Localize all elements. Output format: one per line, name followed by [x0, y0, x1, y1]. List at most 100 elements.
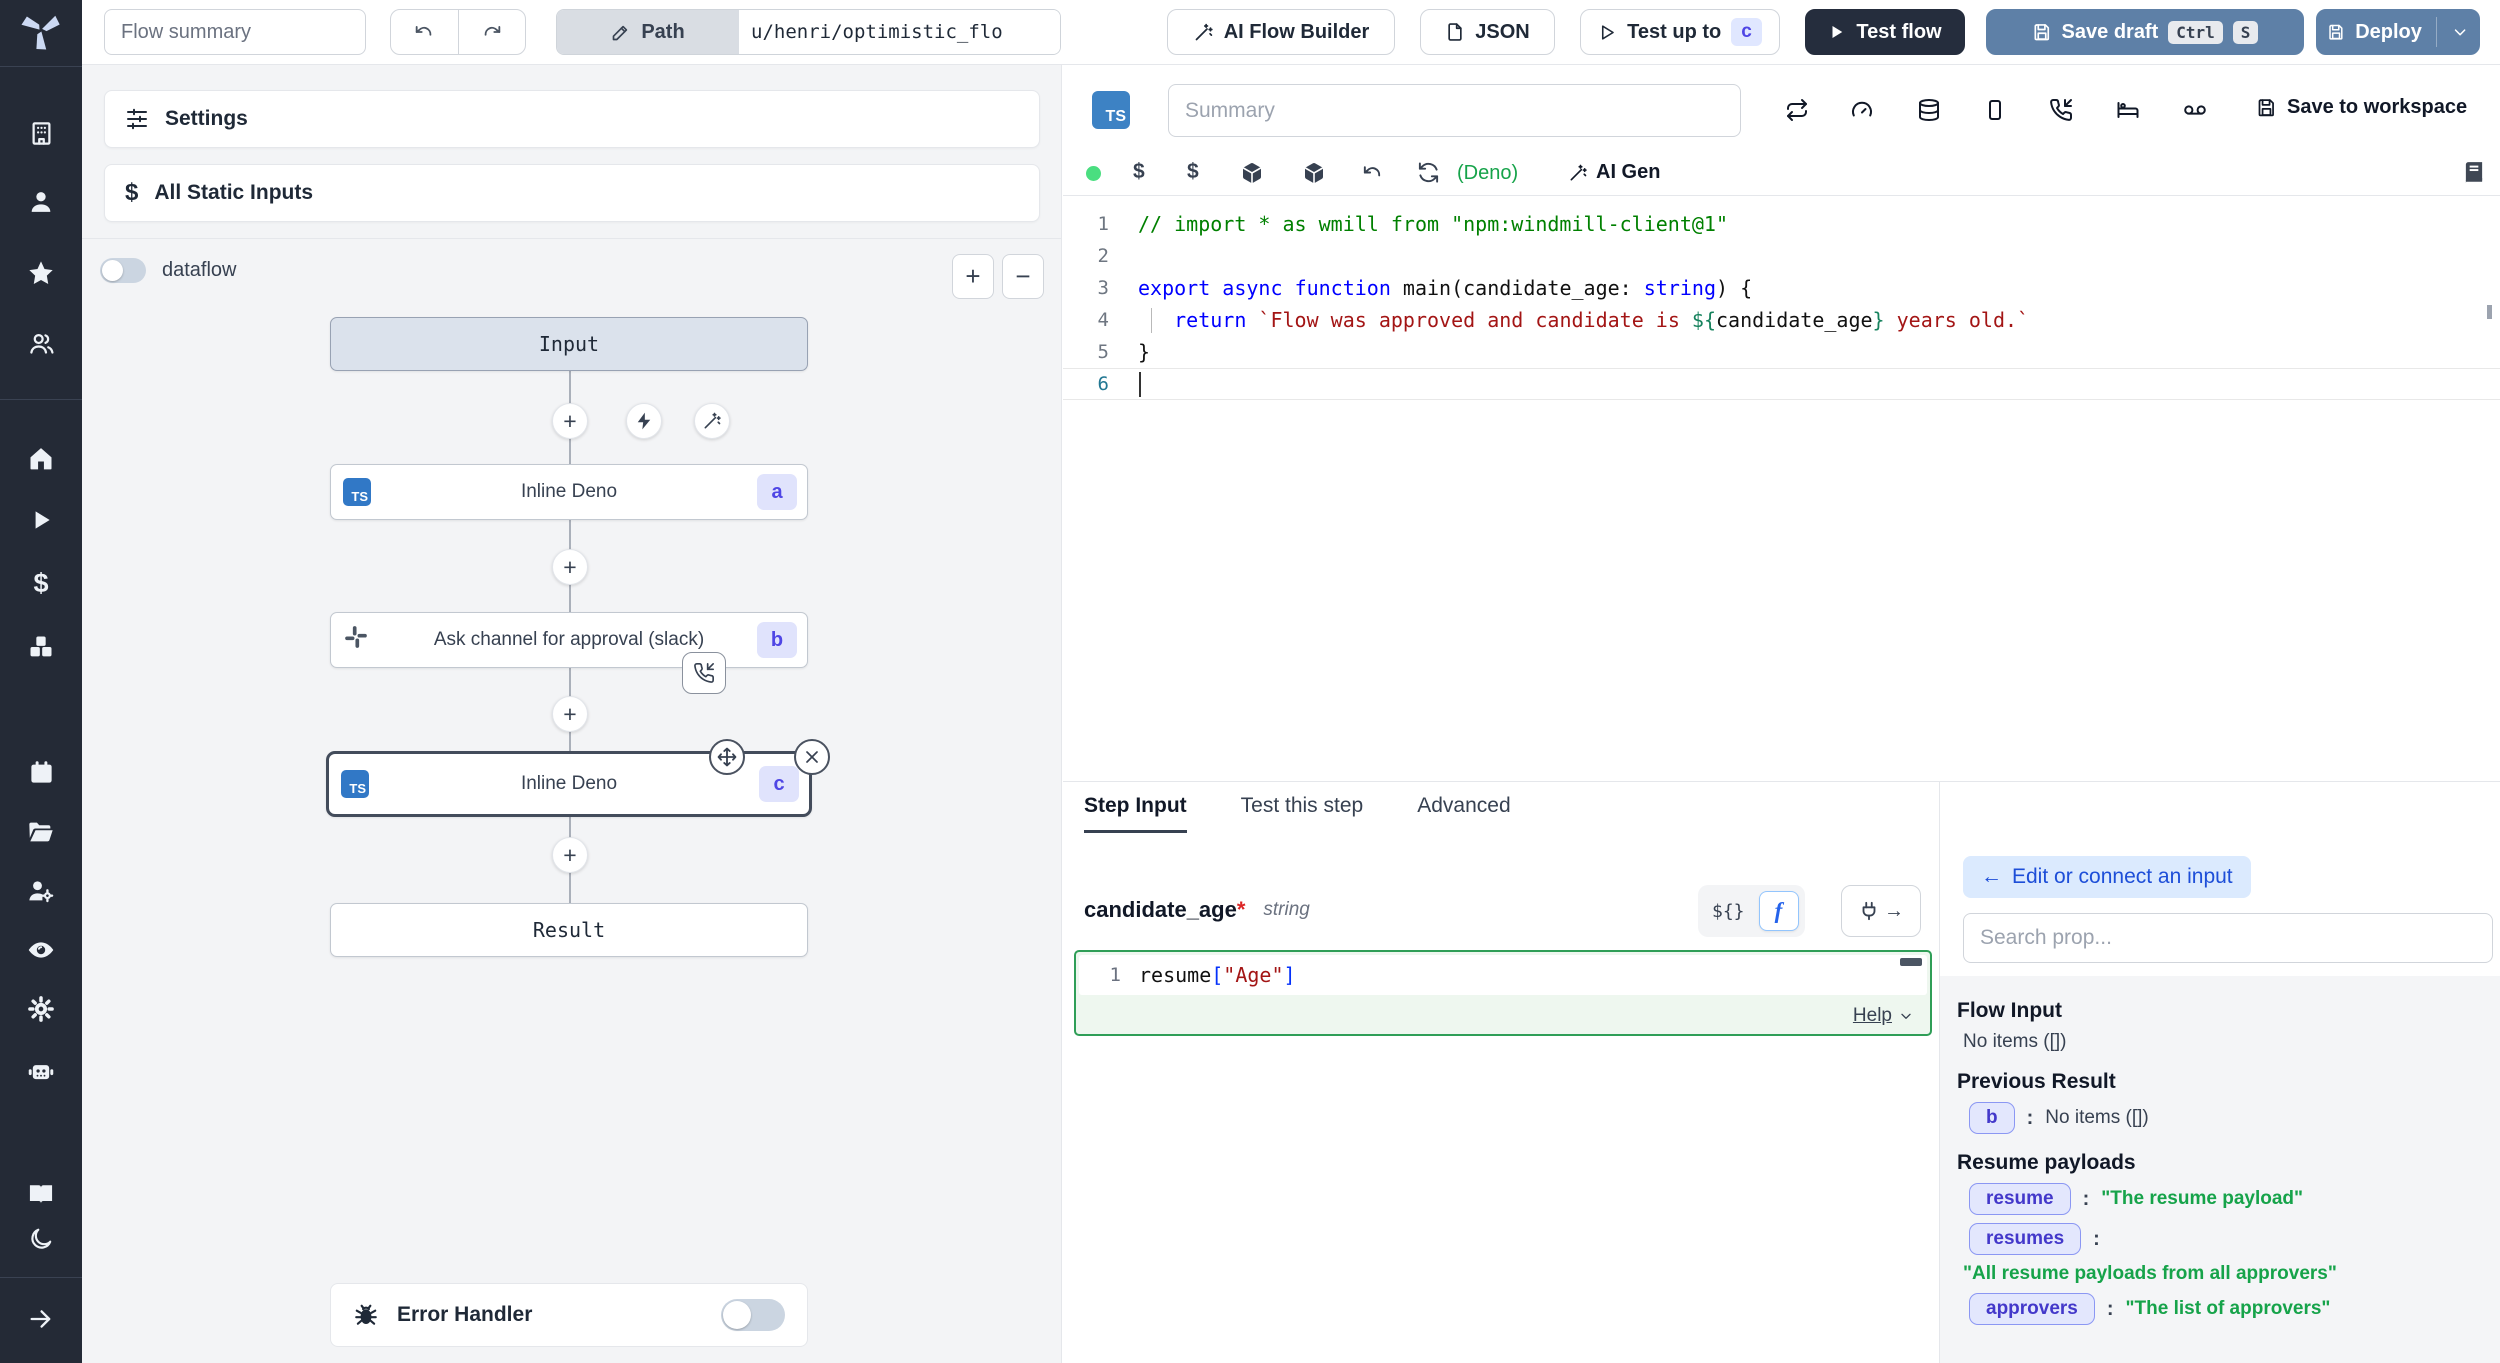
add-step-button[interactable]: +	[552, 837, 588, 873]
code-line[interactable]: 5}	[1063, 336, 2500, 368]
error-handler-card[interactable]: Error Handler	[330, 1283, 808, 1347]
line-number: 5	[1063, 341, 1109, 363]
code-line[interactable]: 6	[1063, 368, 2500, 400]
code-line[interactable]: 3export async function main(candidate_ag…	[1063, 272, 2500, 304]
save-draft-button[interactable]: Save draft Ctrl S	[1986, 9, 2304, 55]
package-icon[interactable]	[1240, 161, 1264, 185]
tab-advanced[interactable]: Advanced	[1417, 794, 1510, 833]
settings-button[interactable]: Settings	[104, 90, 1040, 148]
template-mode-button[interactable]: ${}	[1704, 901, 1753, 922]
calendar-icon[interactable]	[0, 752, 82, 792]
boxes-icon[interactable]	[0, 627, 82, 667]
javascript-mode-button[interactable]: f	[1759, 891, 1799, 931]
all-static-inputs-button[interactable]: $ All Static Inputs	[104, 164, 1040, 222]
library-book-icon[interactable]	[2461, 159, 2487, 190]
deploy-button[interactable]: Deploy	[2316, 9, 2480, 55]
delete-node-button[interactable]	[794, 739, 830, 775]
zoom-in-button[interactable]: +	[952, 254, 994, 299]
tab-test-this-step[interactable]: Test this step	[1241, 794, 1364, 833]
colon: :	[2093, 1228, 2100, 1251]
move-node-handle[interactable]	[709, 739, 745, 775]
suspend-phone-incoming-icon[interactable]	[2049, 98, 2073, 122]
variable-dollar-icon[interactable]: $	[1133, 160, 1145, 184]
cache-database-icon[interactable]	[1917, 98, 1941, 122]
prop-pill[interactable]: b	[1969, 1102, 2015, 1134]
prop-pill[interactable]: approvers	[1969, 1293, 2095, 1325]
path-input[interactable]	[739, 10, 1060, 54]
node-id-badge: c	[759, 766, 799, 802]
chevron-down-icon[interactable]	[2451, 22, 2469, 42]
zoom-out-button[interactable]: −	[1002, 254, 1044, 299]
code-line[interactable]: 1// import * as wmill from "npm:windmill…	[1063, 208, 2500, 240]
expression-line[interactable]: 1 resume["Age"]	[1079, 955, 1927, 995]
code-editor[interactable]: 1// import * as wmill from "npm:windmill…	[1063, 208, 2500, 400]
save-to-workspace-button[interactable]: Save to workspace	[2256, 96, 2467, 119]
flow-node-result[interactable]: Result	[330, 903, 808, 957]
edit-or-connect-button[interactable]: ← Edit or connect an input	[1963, 856, 2251, 898]
refresh-icon[interactable]	[1417, 161, 1441, 185]
flow-node-input[interactable]: Input	[330, 317, 808, 371]
users-icon[interactable]	[0, 323, 82, 363]
windmill-logo-icon[interactable]	[0, 10, 82, 50]
code-line[interactable]: 4 return `Flow was approved and candidat…	[1063, 304, 2500, 336]
expression-editor[interactable]: 1 resume["Age"] Help	[1074, 950, 1932, 1036]
tab-step-input[interactable]: Step Input	[1084, 794, 1187, 833]
add-step-button[interactable]: +	[552, 549, 588, 585]
redo-button[interactable]	[458, 10, 526, 54]
resource-dollar-icon[interactable]: $	[1187, 160, 1199, 184]
overview-ruler-mark	[2487, 305, 2492, 319]
concurrency-panel-icon[interactable]	[1983, 98, 2007, 122]
scrollbar-thumb[interactable]	[1900, 958, 1922, 966]
search-prop-input[interactable]	[1963, 913, 2493, 963]
typescript-icon: TS	[1092, 91, 1130, 129]
ai-add-step-button[interactable]	[694, 403, 730, 439]
test-up-to-button[interactable]: Test up to c	[1580, 9, 1780, 55]
step-summary-input[interactable]	[1168, 84, 1741, 137]
home-icon[interactable]	[0, 438, 82, 478]
arrow-right-icon[interactable]	[0, 1299, 82, 1339]
moon-icon[interactable]	[0, 1219, 82, 1259]
code-line[interactable]: 2	[1063, 240, 2500, 272]
dataflow-toggle[interactable]	[100, 258, 146, 283]
dollar-icon[interactable]: $	[0, 563, 82, 603]
error-handler-label: Error Handler	[397, 1303, 532, 1327]
flow-node-b[interactable]: Ask channel for approval (slack) b	[330, 612, 808, 668]
connect-input-button[interactable]: →	[1841, 885, 1921, 937]
settings-gear-icon[interactable]	[0, 989, 82, 1029]
retries-icon[interactable]	[1785, 98, 1809, 122]
ai-flow-builder-button[interactable]: AI Flow Builder	[1167, 9, 1395, 55]
runtime-deno-label[interactable]: (Deno)	[1457, 162, 1518, 185]
ai-gen-button[interactable]: AI Gen	[1568, 161, 1660, 184]
prop-pill[interactable]: resumes	[1969, 1223, 2081, 1255]
eye-icon[interactable]	[0, 930, 82, 970]
trigger-button[interactable]	[626, 403, 662, 439]
flow-summary-input[interactable]	[104, 9, 366, 55]
building-icon[interactable]	[0, 113, 82, 153]
save-icon	[2032, 22, 2052, 42]
user-cog-icon[interactable]	[0, 871, 82, 911]
flow-node-a[interactable]: TS Inline Deno a	[330, 464, 808, 520]
play-icon[interactable]	[0, 500, 82, 540]
star-icon[interactable]	[0, 253, 82, 293]
json-button[interactable]: JSON	[1420, 9, 1555, 55]
book-open-icon[interactable]	[0, 1174, 82, 1214]
file-json-icon	[1445, 22, 1465, 42]
add-step-button[interactable]: +	[552, 403, 588, 439]
mock-voicemail-icon[interactable]	[2183, 98, 2207, 122]
bot-icon[interactable]	[0, 1051, 82, 1091]
add-step-button[interactable]: +	[552, 696, 588, 732]
prop-pill[interactable]: resume	[1969, 1183, 2071, 1215]
code-text: export async function main(candidate_age…	[1109, 276, 1752, 300]
package-icon[interactable]	[1302, 161, 1326, 185]
sleep-bed-icon[interactable]	[2116, 98, 2140, 122]
test-flow-button[interactable]: Test flow	[1805, 9, 1965, 55]
user-icon[interactable]	[0, 182, 82, 222]
reset-undo-icon[interactable]	[1361, 161, 1385, 185]
path-button[interactable]: Path	[557, 10, 739, 54]
help-link[interactable]: Help	[1853, 1005, 1914, 1027]
error-handler-toggle[interactable]	[721, 1299, 785, 1331]
gauge-icon[interactable]	[1850, 98, 1874, 122]
folder-open-icon[interactable]	[0, 812, 82, 852]
suspend-approval-badge[interactable]	[682, 652, 726, 694]
undo-button[interactable]	[391, 10, 458, 54]
